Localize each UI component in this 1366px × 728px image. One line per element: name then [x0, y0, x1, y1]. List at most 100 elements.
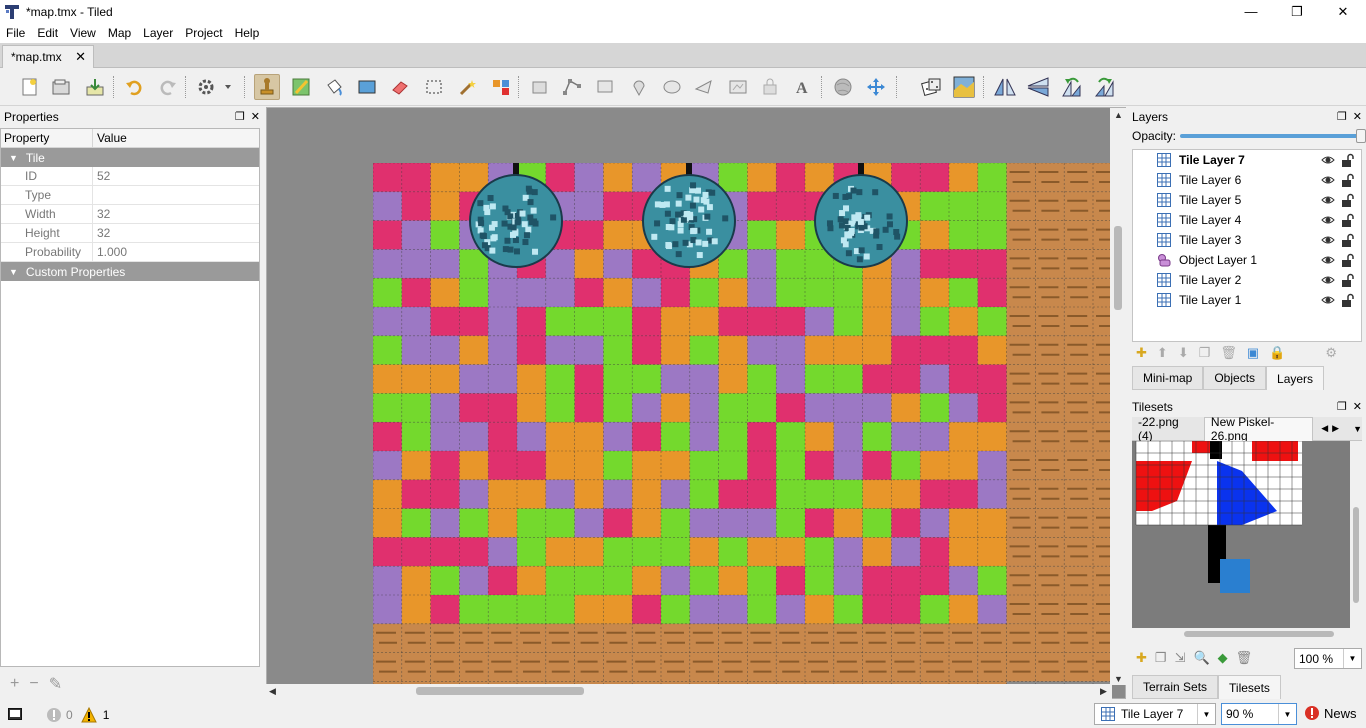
world-tool[interactable] — [831, 76, 855, 98]
command-button[interactable] — [195, 76, 235, 98]
opacity-slider-handle[interactable] — [1356, 129, 1366, 143]
map-horizontal-scroll-thumb[interactable] — [416, 687, 584, 695]
tab-objects[interactable]: Objects — [1203, 366, 1267, 390]
tab-layers[interactable]: Layers — [1266, 366, 1325, 390]
new-layer-icon[interactable]: ✚ — [1136, 345, 1147, 361]
insert-text-tool[interactable]: A — [791, 76, 815, 98]
highlight-layer-icon[interactable]: ⚙ — [1325, 345, 1337, 361]
delete-tileset-icon[interactable]: 🗑 — [1236, 650, 1253, 666]
layer-row[interactable]: Object Layer 1 — [1133, 250, 1361, 270]
property-row-id[interactable]: ID 52 — [1, 167, 259, 186]
map-canvas[interactable] — [266, 107, 1126, 699]
visibility-eye-icon[interactable] — [1321, 213, 1335, 227]
rotate-right-button[interactable] — [1093, 76, 1117, 98]
menu-edit[interactable]: Edit — [31, 26, 64, 40]
minimize-button[interactable]: — — [1228, 0, 1274, 23]
scroll-right-icon[interactable]: ▶ — [1100, 686, 1107, 697]
tileset-zoom-combo[interactable]: 100 % ▼ — [1294, 648, 1362, 669]
add-property-icon[interactable]: + — [10, 675, 19, 693]
tab-tilesets[interactable]: Tilesets — [1218, 675, 1281, 699]
edit-tileset-icon[interactable]: 🔍 — [1193, 650, 1209, 666]
lock-other-layers-icon[interactable]: 🔒 — [1269, 345, 1285, 361]
close-panel-icon[interactable]: ✕ — [1353, 110, 1362, 123]
map-zoom-combo[interactable]: 90 % ▼ — [1221, 703, 1297, 725]
float-panel-icon[interactable]: ❐ — [1337, 400, 1347, 413]
unlock-icon[interactable] — [1341, 173, 1355, 187]
property-row-height[interactable]: Height 32 — [1, 224, 259, 243]
unlock-icon[interactable] — [1341, 233, 1355, 247]
select-objects-tool[interactable] — [528, 76, 552, 98]
rectangular-select-tool[interactable] — [422, 76, 446, 98]
stamp-brush-tool[interactable] — [254, 74, 280, 100]
float-panel-icon[interactable]: ❐ — [235, 110, 245, 123]
bucket-fill-tool[interactable] — [322, 76, 346, 98]
menu-file[interactable]: File — [0, 26, 31, 40]
rotate-left-button[interactable] — [1060, 76, 1084, 98]
collapse-triangle-icon[interactable]: ▼ — [9, 267, 18, 277]
magic-wand-tool[interactable] — [455, 76, 479, 98]
insert-point-tool[interactable] — [627, 76, 651, 98]
open-button[interactable] — [49, 76, 73, 98]
close-panel-icon[interactable]: ✕ — [251, 110, 260, 123]
scroll-left-icon[interactable]: ◀ — [269, 686, 276, 697]
property-row-probability[interactable]: Probability 1.000 — [1, 243, 259, 262]
lower-layer-icon[interactable]: ⬇ — [1178, 345, 1189, 361]
tab-scroll-left-icon[interactable]: ◀ — [1321, 423, 1328, 434]
custom-properties-group-header[interactable]: ▼ Custom Properties — [1, 262, 259, 281]
layer-row[interactable]: Tile Layer 7 — [1133, 150, 1361, 170]
raise-layer-icon[interactable]: ⬆ — [1157, 345, 1168, 361]
toggle-other-layers-icon[interactable]: ▣ — [1247, 345, 1259, 361]
value-column-header[interactable]: Value — [93, 131, 127, 145]
insert-template-tool[interactable] — [758, 76, 782, 98]
close-panel-icon[interactable]: ✕ — [1353, 400, 1362, 413]
unlock-icon[interactable] — [1341, 153, 1355, 167]
map-horizontal-scrollbar[interactable]: ◀ ▶ — [266, 684, 1112, 699]
chevron-down-icon[interactable]: ▼ — [1343, 649, 1361, 668]
layer-row[interactable]: Tile Layer 2 — [1133, 270, 1361, 290]
property-row-width[interactable]: Width 32 — [1, 205, 259, 224]
insert-polygon-tool[interactable] — [692, 76, 716, 98]
save-button[interactable] — [83, 76, 107, 98]
tileset-tab-piskel-26[interactable]: New Piskel-26.png — [1203, 415, 1314, 443]
visibility-eye-icon[interactable] — [1321, 293, 1335, 307]
select-same-tile-tool[interactable] — [489, 76, 513, 98]
tileset-vertical-scrollbar[interactable] — [1350, 441, 1362, 634]
insert-tile-tool[interactable] — [726, 76, 750, 98]
visibility-eye-icon[interactable] — [1321, 273, 1335, 287]
flip-horizontal-button[interactable] — [993, 76, 1017, 98]
layer-row[interactable]: Tile Layer 4 — [1133, 210, 1361, 230]
scroll-down-icon[interactable]: ▼ — [1114, 674, 1123, 684]
news-button[interactable]: News — [1304, 705, 1357, 721]
console-icon[interactable] — [8, 707, 22, 723]
insert-ellipse-tool[interactable] — [660, 76, 684, 98]
close-button[interactable]: ✕ — [1320, 0, 1366, 23]
error-indicator[interactable]: 0 — [46, 707, 73, 723]
edit-polygons-tool[interactable] — [560, 76, 584, 98]
tile-group-header[interactable]: ▼ Tile — [1, 148, 259, 167]
tileset-horizontal-scrollbar[interactable] — [1132, 628, 1350, 640]
menu-help[interactable]: Help — [229, 26, 266, 40]
document-tab-map[interactable]: *map.tmx ✕ — [2, 45, 94, 68]
tab-mini-map[interactable]: Mini-map — [1132, 366, 1204, 390]
collapse-triangle-icon[interactable]: ▼ — [9, 153, 18, 163]
unlock-icon[interactable] — [1341, 293, 1355, 307]
wang-fill-mode-button[interactable] — [952, 76, 976, 98]
redo-button[interactable] — [156, 76, 180, 98]
visibility-eye-icon[interactable] — [1321, 153, 1335, 167]
property-row-type[interactable]: Type — [1, 186, 259, 205]
terrain-brush-tool[interactable] — [289, 76, 313, 98]
insert-rectangle-tool[interactable] — [593, 76, 617, 98]
unlock-icon[interactable] — [1341, 213, 1355, 227]
restore-button[interactable]: ❐ — [1274, 0, 1320, 23]
map-vertical-scrollbar[interactable]: ▲ ▼ — [1110, 108, 1126, 685]
scroll-up-icon[interactable]: ▲ — [1114, 110, 1123, 120]
current-layer-combo[interactable]: Tile Layer 7 ▼ — [1094, 703, 1216, 725]
visibility-eye-icon[interactable] — [1321, 253, 1335, 267]
menu-layer[interactable]: Layer — [137, 26, 179, 40]
rename-property-icon[interactable]: ✎ — [49, 674, 62, 694]
close-tab-icon[interactable]: ✕ — [75, 49, 86, 65]
duplicate-layer-icon[interactable]: ❐ — [1199, 345, 1211, 361]
warning-indicator[interactable]: 1 — [80, 707, 109, 723]
layer-row[interactable]: Tile Layer 5 — [1133, 190, 1361, 210]
undo-button[interactable] — [122, 76, 146, 98]
